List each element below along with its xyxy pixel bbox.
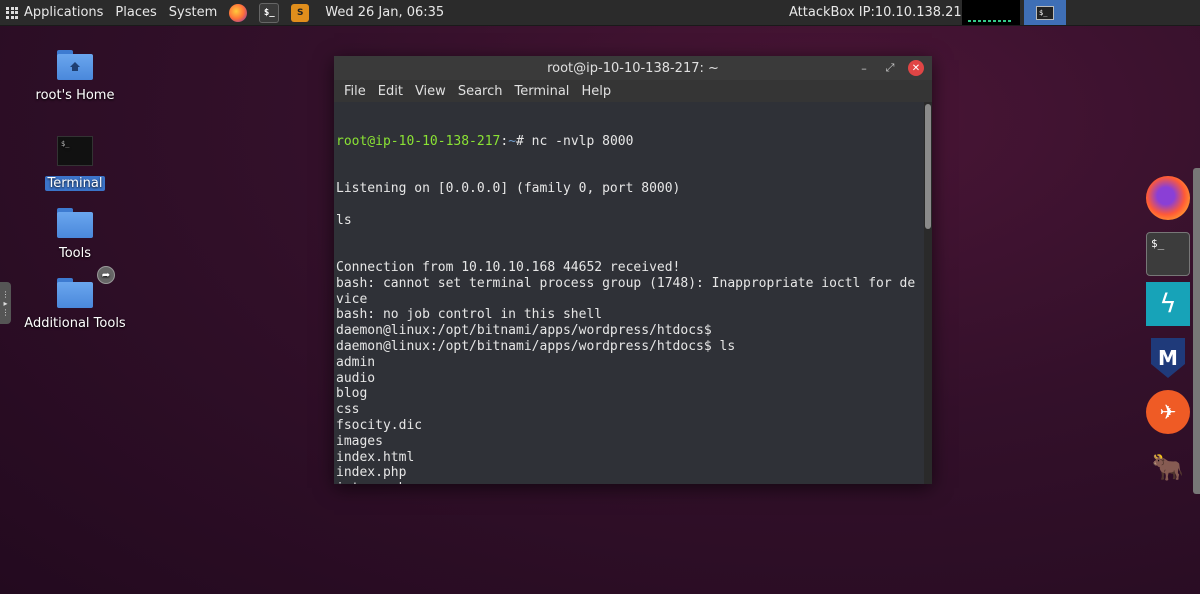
terminal-line: blog [336, 386, 368, 402]
terminal-output[interactable]: root@ip-10-10-138-217:~# nc -nvlp 8000 L… [334, 102, 924, 484]
menu-help[interactable]: Help [575, 84, 617, 99]
metasploit-shield-icon: M [1151, 338, 1185, 378]
link-arrow-icon: ➦ [97, 266, 115, 284]
terminal-line: Connection from 10.10.10.168 44652 recei… [336, 259, 681, 275]
menu-file[interactable]: File [338, 84, 372, 99]
prompt-command: # nc -nvlp 8000 [516, 133, 634, 149]
terminal-line: vice [336, 291, 368, 307]
places-menu[interactable]: Places [109, 0, 162, 25]
terminal-prompt-line: root@ip-10-10-138-217:~# nc -nvlp 8000 [336, 134, 924, 150]
terminal-line: Listening on [0.0.0.0] (family 0, port 8… [336, 180, 681, 196]
minimize-icon[interactable]: – [856, 60, 872, 76]
terminal-line: fsocity.dic [336, 417, 423, 433]
terminal-lines: root@ip-10-10-138-217:~# nc -nvlp 8000 L… [334, 102, 924, 484]
terminal-line: daemon@linux:/opt/bitnami/apps/wordpress… [336, 338, 736, 354]
folder-icon [57, 208, 93, 238]
right-dock: $_ ϟ M ✈ 🐂 [1140, 170, 1200, 490]
left-panel-handle[interactable]: ⋮ ▸ ⋮ [0, 282, 11, 324]
beef-bull-icon[interactable]: 🐂 [1146, 446, 1190, 490]
clock[interactable]: Wed 26 Jan, 06:35 [325, 5, 444, 20]
terminal-line: intro.webm [336, 481, 924, 484]
prompt-path: ~ [508, 133, 517, 149]
desktop-icon-label: Terminal [44, 176, 106, 191]
desktop-icon-terminal[interactable]: $_ Terminal [30, 136, 120, 191]
window-titlebar[interactable]: root@ip-10-10-138-217: ~ – ⤢ ✕ [334, 56, 932, 80]
terminal-line: bash: no job control in this shell [336, 307, 603, 323]
terminal-line: css [336, 402, 360, 418]
network-monitor [962, 0, 1020, 25]
apps-grid-icon [6, 6, 18, 19]
terminal-line: bash: cannot set terminal process group … [336, 275, 916, 291]
menu-terminal[interactable]: Terminal [508, 84, 575, 99]
terminal-line: ls [336, 212, 352, 228]
attackbox-ip: AttackBox IP:10.10.138.217 [789, 5, 970, 20]
taskbar-terminal-button[interactable]: $_ [1024, 0, 1066, 25]
folder-link-icon: ➦ [57, 266, 115, 308]
sublime-launcher-icon[interactable]: S [291, 3, 310, 22]
window-menubar: File Edit View Search Terminal Help [334, 80, 932, 102]
applications-menu[interactable]: Applications [0, 0, 109, 25]
terminal-line: images [336, 433, 383, 449]
terminal-icon: $_ [1036, 5, 1054, 20]
terminal-line: audio [336, 370, 376, 386]
handle-dots-icon: ⋮ [1, 289, 10, 299]
home-folder-icon [57, 50, 93, 80]
play-arrow-icon: ▸ [3, 298, 8, 308]
desktop-icon-label: root's Home [35, 88, 115, 103]
maximize-icon[interactable]: ⤢ [882, 60, 898, 76]
firefox-launcher-icon[interactable] [229, 3, 248, 22]
menu-view[interactable]: View [409, 84, 452, 99]
postman-icon[interactable]: ✈ [1146, 390, 1190, 434]
top-panel: Applications Places System $_ S Wed 26 J… [0, 0, 1200, 26]
desktop-icon-additional-tools[interactable]: ➦ Additional Tools [20, 266, 130, 331]
metasploit-icon[interactable]: M [1146, 336, 1190, 380]
terminal-line: index.php [336, 465, 407, 481]
terminal-icon: $_ [57, 136, 93, 166]
system-menu[interactable]: System [163, 0, 223, 25]
terminal-icon[interactable]: $_ [1146, 232, 1190, 276]
desktop-icon-label: Additional Tools [24, 316, 126, 331]
desktop-icon-label: Tools [58, 246, 92, 261]
dock-scrollbar[interactable] [1193, 168, 1200, 494]
handle-dots-icon: ⋮ [1, 307, 10, 317]
menu-search[interactable]: Search [452, 84, 509, 99]
desktop-icon-tools[interactable]: Tools [30, 208, 120, 261]
burpsuite-bolt-icon[interactable]: ϟ [1146, 282, 1190, 326]
prompt-user: root@ip-10-10-138-217 [336, 133, 501, 149]
window-title: root@ip-10-10-138-217: ~ [547, 60, 719, 76]
terminal-line: daemon@linux:/opt/bitnami/apps/wordpress… [336, 323, 712, 339]
terminal-launcher-icon[interactable]: $_ [259, 2, 280, 23]
desktop-icon-home[interactable]: root's Home [30, 50, 120, 103]
applications-label: Applications [24, 5, 104, 20]
terminal-window: root@ip-10-10-138-217: ~ – ⤢ ✕ File Edit… [334, 56, 932, 484]
terminal-line: admin [336, 354, 376, 370]
menu-edit[interactable]: Edit [372, 84, 409, 99]
firefox-icon[interactable] [1146, 176, 1190, 220]
window-controls: – ⤢ ✕ [856, 60, 924, 76]
terminal-scrollbar[interactable] [924, 102, 932, 484]
close-icon[interactable]: ✕ [908, 60, 924, 76]
terminal-line: index.html [336, 449, 415, 465]
scrollbar-thumb[interactable] [925, 104, 931, 229]
